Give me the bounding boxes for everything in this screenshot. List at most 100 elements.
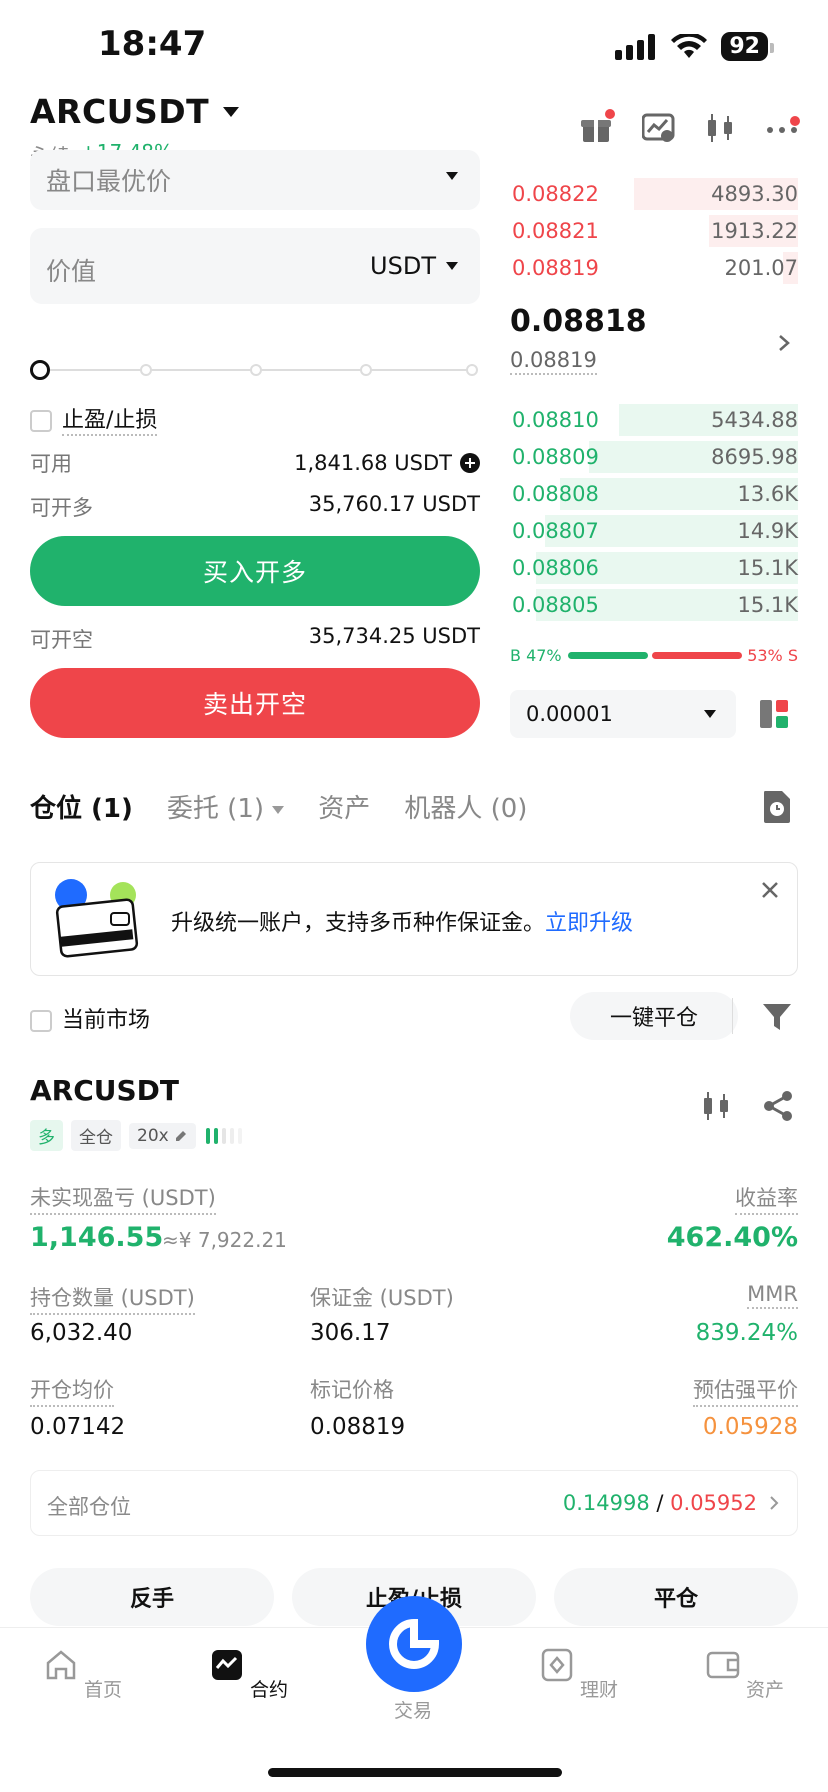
- leverage-badge[interactable]: 20x: [129, 1122, 197, 1149]
- nav-contract-label: 合约: [250, 1679, 289, 1701]
- order-quantity: 5434.88: [711, 408, 798, 432]
- bid-row[interactable]: 0.08808 13.6K: [500, 476, 798, 512]
- ask-row[interactable]: 0.08822 4893.30: [500, 176, 798, 212]
- candlestick-icon[interactable]: [700, 1090, 732, 1122]
- last-price: 0.08818: [510, 304, 647, 339]
- pair-selector[interactable]: ARCUSDT: [30, 92, 240, 131]
- value-input[interactable]: 价值 USDT: [30, 228, 480, 304]
- nav-home-label: 首页: [84, 1679, 123, 1701]
- nav-assets[interactable]: 资产: [690, 1648, 800, 1702]
- orderbook-layout-icon[interactable]: [758, 698, 790, 730]
- chart-settings-icon[interactable]: [641, 112, 675, 144]
- take-profit-value: 0.14998: [562, 1491, 650, 1515]
- mark-price-label: 标记价格: [310, 1378, 394, 1402]
- slider-mark-25[interactable]: [140, 364, 152, 376]
- history-icon[interactable]: [762, 790, 792, 824]
- side-badge: 多: [30, 1120, 63, 1151]
- amount-slider[interactable]: [30, 360, 480, 380]
- nav-contract[interactable]: 合约: [194, 1648, 304, 1702]
- buy-long-button[interactable]: 买入开多: [30, 536, 480, 606]
- mark-price: 0.08819: [510, 348, 597, 375]
- bid-row[interactable]: 0.08809 8695.98: [500, 439, 798, 475]
- tab-assets[interactable]: 资产: [318, 788, 370, 825]
- order-price: 0.08806: [512, 556, 599, 580]
- sell-ratio-bar: [652, 652, 742, 659]
- share-icon[interactable]: [762, 1090, 794, 1122]
- trade-fab-button[interactable]: [366, 1596, 462, 1692]
- roe-label: 收益率: [735, 1182, 798, 1215]
- mmr-value: 839.24%: [695, 1320, 798, 1346]
- order-price: 0.08809: [512, 445, 599, 469]
- sell-short-button[interactable]: 卖出开空: [30, 668, 480, 738]
- slider-mark-100[interactable]: [466, 364, 478, 376]
- close-icon[interactable]: [761, 881, 779, 899]
- close-all-button[interactable]: 一键平仓: [570, 992, 738, 1040]
- upgrade-link[interactable]: 立即升级: [545, 911, 633, 936]
- unit-label: USDT: [370, 252, 436, 280]
- wallet-icon: [706, 1651, 740, 1679]
- order-price: 0.08821: [512, 219, 599, 243]
- tab-positions[interactable]: 仓位 (1): [30, 788, 133, 825]
- position-symbol[interactable]: ARCUSDT: [30, 1074, 179, 1107]
- available-label: 可用: [30, 452, 72, 476]
- current-market-checkbox[interactable]: [30, 1010, 52, 1032]
- nav-earn[interactable]: 理财: [524, 1648, 634, 1702]
- slider-mark-75[interactable]: [360, 364, 372, 376]
- available-value: 1,841.68 USDT: [294, 451, 452, 475]
- buy-ratio: B 47%: [510, 646, 562, 665]
- order-quantity: 14.9K: [737, 519, 798, 543]
- can-long-row: 可开多 35,760.17 USDT: [30, 492, 480, 522]
- gift-icon[interactable]: [580, 109, 615, 144]
- stop-loss-value: 0.05952: [670, 1491, 757, 1515]
- value-placeholder: 价值: [46, 257, 97, 286]
- order-quantity: 1913.22: [711, 219, 798, 243]
- bid-row[interactable]: 0.08807 14.9K: [500, 513, 798, 549]
- available-row: 可用 1,841.68 USDT: [30, 448, 480, 478]
- tab-orders[interactable]: 委托 (1): [167, 788, 285, 825]
- order-quantity: 201.07: [724, 256, 798, 280]
- current-market-toggle[interactable]: 当前市场: [30, 1002, 150, 1034]
- caret-down-icon: [446, 262, 458, 270]
- divider: [732, 998, 733, 1034]
- chevron-right-icon[interactable]: [778, 334, 790, 352]
- all-positions-row[interactable]: 全部仓位 0.14998 / 0.05952: [30, 1470, 798, 1536]
- slider-handle[interactable]: [30, 360, 50, 380]
- ask-row[interactable]: 0.08819 201.07: [500, 250, 798, 286]
- roe-value: 462.40%: [666, 1222, 798, 1253]
- tpsl-toggle[interactable]: 止盈/止损: [30, 402, 158, 436]
- candlestick-icon[interactable]: [704, 112, 736, 144]
- status-time: 18:47: [98, 24, 207, 64]
- tick-size-select[interactable]: 0.00001: [510, 690, 736, 738]
- price-placeholder: 盘口最优价: [46, 167, 172, 196]
- bid-row[interactable]: 0.08810 5434.88: [500, 402, 798, 438]
- add-funds-icon[interactable]: [460, 453, 480, 473]
- bid-row[interactable]: 0.08806 15.1K: [500, 550, 798, 586]
- ask-row[interactable]: 0.08821 1913.22: [500, 213, 798, 249]
- buy-sell-ratio: B 47% 53% S: [510, 646, 798, 668]
- tpsl-values: 0.14998 / 0.05952: [563, 1491, 757, 1515]
- close-position-button[interactable]: 平仓: [554, 1568, 798, 1626]
- bid-row[interactable]: 0.08805 15.1K: [500, 587, 798, 623]
- more-icon[interactable]: [766, 112, 800, 144]
- price-input[interactable]: 盘口最优价: [30, 150, 480, 210]
- reverse-button[interactable]: 反手: [30, 1568, 274, 1626]
- sell-ratio: 53% S: [747, 646, 798, 665]
- nav-home[interactable]: 首页: [28, 1648, 138, 1702]
- tab-bots[interactable]: 机器人 (0): [404, 788, 527, 825]
- home-icon: [46, 1650, 76, 1680]
- nav-assets-label: 资产: [746, 1679, 785, 1701]
- nav-earn-label: 理财: [580, 1679, 619, 1701]
- tick-size-value: 0.00001: [526, 702, 613, 726]
- unrealized-pnl-value: 1,146.55: [30, 1222, 164, 1253]
- position-tags: 多 全仓 20x: [30, 1120, 254, 1151]
- upgrade-banner: 升级统一账户，支持多币种作保证金。立即升级: [30, 862, 798, 976]
- tpsl-checkbox[interactable]: [30, 410, 52, 432]
- margin-value: 306.17: [310, 1320, 391, 1346]
- unrealized-pnl-cny: ≈¥ 7,922.21: [162, 1228, 287, 1252]
- trade-icon: [389, 1618, 440, 1669]
- slider-mark-50[interactable]: [250, 364, 262, 376]
- signal-icon: [615, 33, 656, 60]
- filter-icon[interactable]: [762, 1002, 792, 1032]
- unit-selector[interactable]: USDT: [370, 252, 458, 280]
- home-indicator: [268, 1768, 562, 1777]
